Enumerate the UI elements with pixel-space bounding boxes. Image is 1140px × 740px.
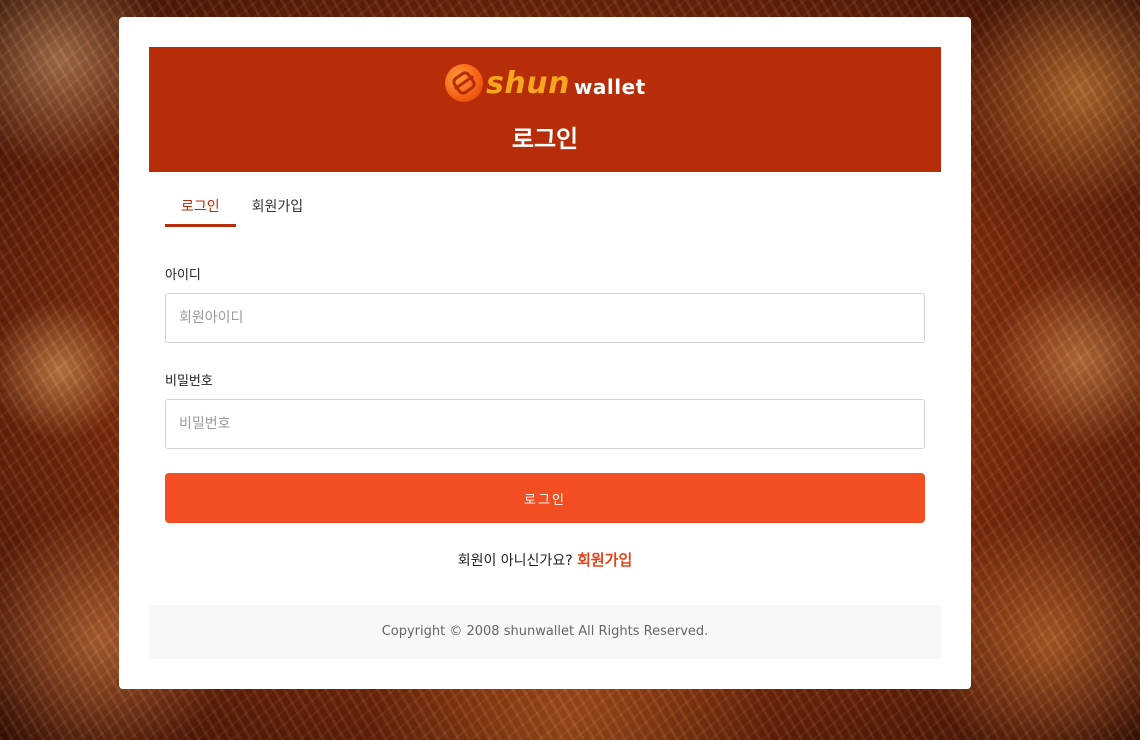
shunwallet-logo-icon <box>445 64 483 102</box>
copyright-text: Copyright © 2008 shunwallet All Rights R… <box>381 624 709 639</box>
tab-signup[interactable]: 회원가입 <box>236 189 320 227</box>
logo-text-shun: shun <box>486 65 570 101</box>
brand-logo[interactable]: shun wallet <box>445 63 646 103</box>
signup-prompt-line: 회원이 아니신가요? 회원가입 <box>119 549 971 570</box>
page-title: 로그인 <box>511 125 579 153</box>
password-input[interactable] <box>165 399 925 449</box>
id-label: 아이디 <box>165 268 201 283</box>
logo-text-wallet: wallet <box>573 75 646 99</box>
login-button[interactable]: 로그인 <box>165 473 925 523</box>
login-card: shun wallet 로그인 로그인 회원가입 아이디 비밀번호 로그인 회원… <box>119 17 971 689</box>
login-header: shun wallet 로그인 <box>149 47 941 172</box>
footer: Copyright © 2008 shunwallet All Rights R… <box>149 605 941 659</box>
password-label: 비밀번호 <box>165 374 213 389</box>
signup-prompt: 회원이 아니신가요? <box>457 553 573 569</box>
id-input[interactable] <box>165 293 925 343</box>
signup-link[interactable]: 회원가입 <box>577 551 632 569</box>
tab-login[interactable]: 로그인 <box>165 189 236 227</box>
auth-tabs: 로그인 회원가입 <box>165 189 319 229</box>
